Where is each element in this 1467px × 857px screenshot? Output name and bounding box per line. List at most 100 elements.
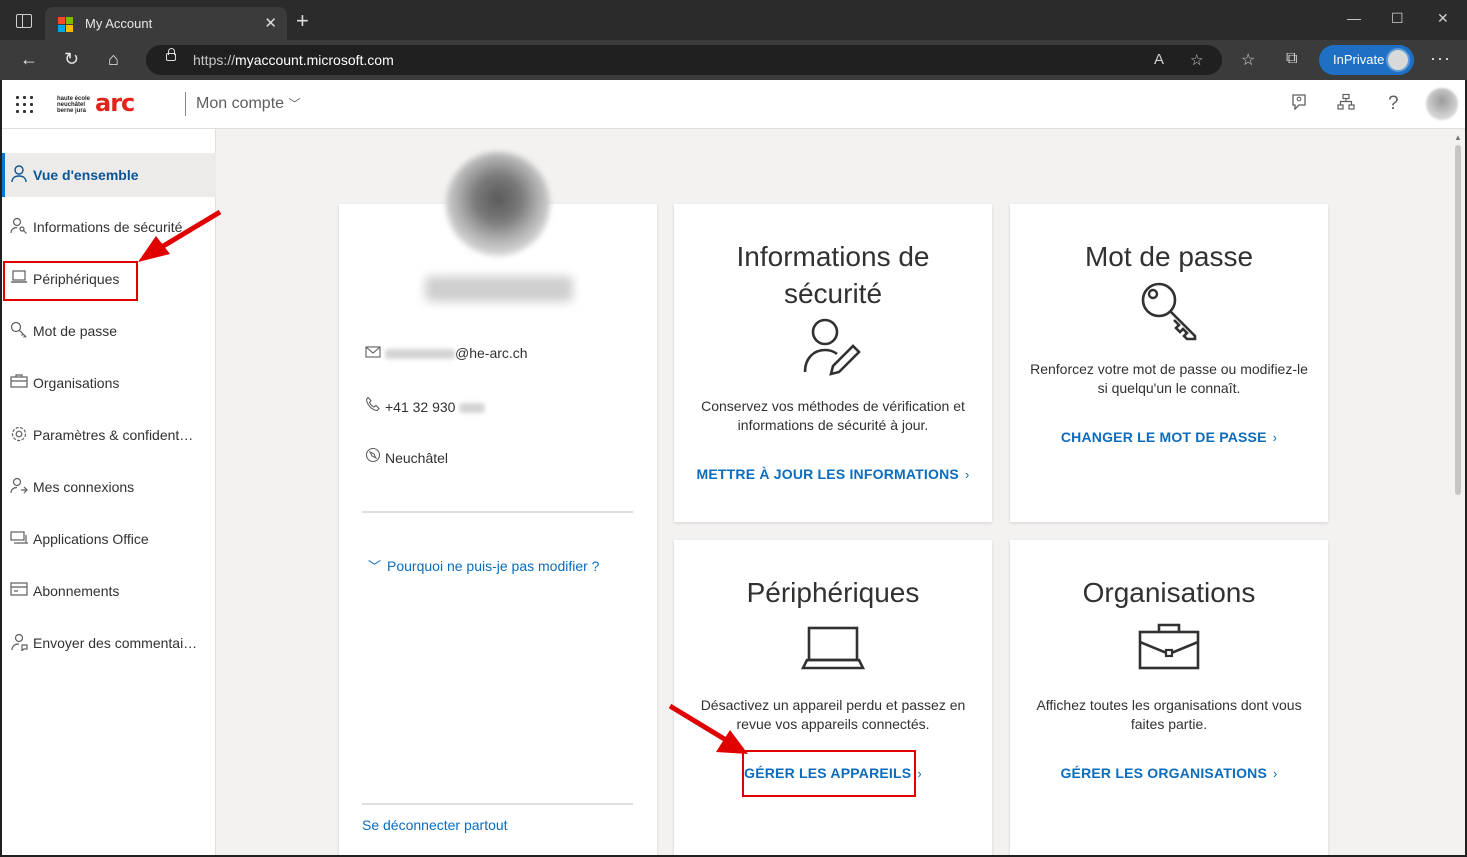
org-explorer-icon[interactable] (1337, 93, 1355, 116)
devices-title: Périphériques (746, 577, 920, 608)
briefcase-icon (10, 373, 28, 391)
sidebar-item-label: Vue d'ensemble (33, 167, 139, 183)
logo-big-text: arc (95, 89, 135, 117)
url-text[interactable]: https://myaccount.microsoft.com (193, 52, 394, 68)
sidebar-item-label: Paramètres & confident… (33, 427, 194, 443)
sidebar-item-my-sign-ins[interactable]: Mes connexions (2, 465, 216, 509)
page: haute école neuchâtel berne jura arc Mon… (2, 80, 1465, 855)
refresh-icon[interactable]: ↻ (64, 49, 79, 70)
laptop-icon (800, 624, 866, 677)
chevron-down-icon: ﹀ (368, 559, 382, 574)
person-icon (10, 165, 28, 183)
profile-phone: +41 32 930 (385, 399, 456, 415)
chevron-right-icon: › (1273, 766, 1278, 781)
sidebar-item-settings-privacy[interactable]: Paramètres & confident… (2, 413, 216, 457)
organisations-tile: Organisations Affichez toutes les organi… (1010, 540, 1328, 855)
back-icon[interactable]: ← (20, 49, 38, 70)
password-tile: Mot de passe Renforcez votre mot de pass… (1010, 204, 1328, 522)
profile-name-redacted (425, 276, 573, 302)
page-scrollbar[interactable]: ▲ (1451, 129, 1465, 855)
collections-icon[interactable]: ⧉ (1286, 50, 1297, 68)
profile-divider (362, 511, 633, 513)
browser-profile-avatar (1386, 48, 1410, 72)
chevron-right-icon: › (964, 467, 970, 482)
change-password-link[interactable]: CHANGER LE MOT DE PASSE › (1010, 429, 1328, 445)
profile-phone-row: +41 32 930 (365, 396, 486, 415)
profile-email-suffix: @he-arc.ch (455, 345, 528, 361)
scroll-up-icon[interactable]: ▲ (1454, 133, 1462, 142)
profile-location-row: Neuchâtel (365, 447, 448, 466)
user-avatar[interactable] (1426, 88, 1458, 120)
address-toolbar: ← ↻ ⌂ https://myaccount.microsoft.com A … (0, 40, 1467, 80)
address-bar[interactable]: https://myaccount.microsoft.com A ☆ (146, 45, 1222, 75)
home-icon[interactable]: ⌂ (108, 49, 119, 70)
sidebar-item-label: Mes connexions (33, 479, 135, 495)
lock-icon[interactable] (166, 48, 176, 61)
person-key-icon (10, 217, 28, 235)
sidebar-item-label: Mot de passe (33, 323, 118, 339)
chevron-right-icon: › (1272, 430, 1278, 445)
help-icon[interactable]: ? (1388, 93, 1399, 115)
sidebar-item-label: Applications Office (33, 531, 149, 547)
favorites-icon[interactable]: ☆ (1241, 50, 1255, 70)
app-name-menu[interactable]: Mon compte ﹀ (196, 95, 301, 113)
password-description: Renforcez votre mot de passe ou modifiez… (1030, 361, 1308, 396)
phone-redacted (459, 403, 486, 414)
email-redacted (385, 349, 455, 360)
briefcase-icon (1137, 620, 1201, 677)
more-menu-icon[interactable]: ··· (1430, 48, 1451, 69)
annotation-arrow-icon (668, 703, 748, 754)
sign-out-everywhere-link[interactable]: Se déconnecter partout (362, 817, 508, 833)
sidebar-item-label: Organisations (33, 375, 120, 391)
browser-tab[interactable]: My Account ✕ (45, 7, 287, 40)
feedback-icon[interactable] (1290, 93, 1308, 116)
security-info-description: Conservez vos méthodes de vérification e… (701, 398, 965, 433)
minimize-icon[interactable]: — (1347, 10, 1361, 26)
profile-photo (446, 152, 550, 256)
microsoft-logo-icon (58, 17, 73, 32)
chevron-right-icon: › (917, 766, 922, 781)
sidebar-item-organisations[interactable]: Organisations (2, 361, 216, 405)
header-divider (185, 92, 186, 116)
add-favorite-icon[interactable]: ☆ (1190, 51, 1203, 69)
key-icon (1137, 278, 1201, 347)
app-launcher-icon[interactable] (16, 96, 33, 113)
inprivate-button[interactable]: InPrivate (1319, 45, 1414, 75)
office-apps-icon (10, 529, 28, 547)
sidebar-item-label: Abonnements (33, 583, 120, 599)
organization-logo[interactable]: haute école neuchâtel berne jura arc (57, 89, 147, 118)
security-info-tile: Informations de sécurité Conservez vos mé… (674, 204, 992, 522)
feedback-icon (10, 633, 28, 652)
key-icon (10, 321, 28, 339)
browser-titlebar: My Account ✕ + — ☐ ✕ (0, 0, 1467, 40)
annotation-box-devices-nav (3, 261, 138, 301)
organisations-title: Organisations (1082, 577, 1256, 608)
sidebar-item-subscriptions[interactable]: Abonnements (2, 569, 216, 613)
annotation-arrow-icon (138, 209, 222, 262)
annotation-box-manage-devices (742, 750, 916, 797)
mail-icon (365, 345, 385, 361)
security-info-title: Informations de sécurité (736, 241, 930, 309)
organisations-description: Affichez toutes les organisations dont v… (1036, 697, 1302, 732)
sidebar-item-office-apps[interactable]: Applications Office (2, 517, 216, 561)
close-window-icon[interactable]: ✕ (1437, 10, 1449, 27)
maximize-icon[interactable]: ☐ (1391, 10, 1404, 27)
card-icon (10, 581, 28, 599)
sidebar-item-send-feedback[interactable]: Envoyer des commentai… (2, 621, 216, 665)
why-cant-edit-link[interactable]: ﹀ Pourquoi ne puis-je pas modifier ? (368, 556, 599, 575)
read-aloud-icon[interactable]: A (1154, 51, 1164, 68)
profile-location: Neuchâtel (385, 450, 449, 466)
tab-close-icon[interactable]: ✕ (264, 14, 277, 32)
update-info-link[interactable]: METTRE À JOUR LES INFORMATIONS › (674, 466, 992, 482)
phone-icon (365, 396, 385, 415)
manage-organisations-link[interactable]: GÉRER LES ORGANISATIONS › (1010, 765, 1328, 781)
logo-small-text: haute école neuchâtel berne jura (57, 96, 91, 114)
scroll-thumb[interactable] (1455, 145, 1461, 495)
sidebar-item-overview[interactable]: Vue d'ensemble (2, 153, 216, 197)
sidebar-item-label: Envoyer des commentai… (33, 635, 198, 651)
tab-actions-icon[interactable] (16, 14, 32, 28)
suite-header: haute école neuchâtel berne jura arc Mon… (2, 80, 1465, 129)
new-tab-icon[interactable]: + (296, 10, 309, 32)
person-edit-icon (801, 316, 865, 385)
sidebar-item-password[interactable]: Mot de passe (2, 309, 216, 353)
